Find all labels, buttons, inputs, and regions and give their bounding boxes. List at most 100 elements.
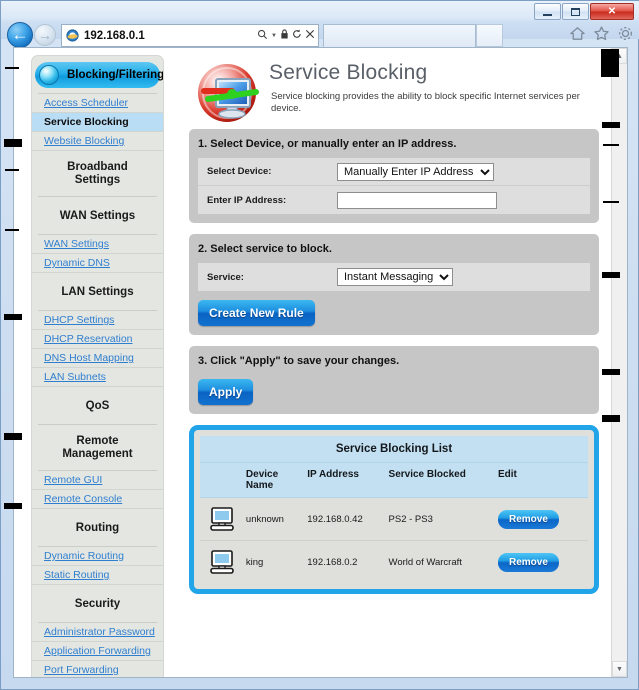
- marker-tick: [5, 169, 19, 171]
- enter-ip-input[interactable]: [337, 191, 497, 209]
- chevron-down-icon[interactable]: ▼: [271, 33, 277, 39]
- scroll-down-button[interactable]: ▼: [612, 661, 627, 677]
- marker-tick: [4, 503, 22, 509]
- cell-edit: Remove: [493, 497, 588, 541]
- star-icon[interactable]: [593, 25, 610, 42]
- minimize-button[interactable]: [534, 3, 561, 20]
- home-icon[interactable]: [569, 25, 586, 42]
- marker-tick: [4, 433, 22, 440]
- table-header-row: Device Name IP Address Service Blocked E…: [200, 463, 588, 498]
- step2-panel: 2. Select service to block. Service: Ins…: [189, 234, 599, 335]
- cell-service-blocked: PS2 - PS3: [384, 497, 494, 541]
- back-arrow-icon: ←: [11, 24, 29, 44]
- page-title: Service Blocking: [269, 61, 428, 84]
- divider: [38, 196, 157, 197]
- sidebar-item-service-blocking[interactable]: Service Blocking: [32, 113, 163, 132]
- sidebar-category-wan-settings[interactable]: WAN Settings: [35, 203, 160, 229]
- back-button[interactable]: ←: [7, 22, 33, 48]
- apply-button[interactable]: Apply: [198, 379, 254, 405]
- sidebar-item-dynamic-routing[interactable]: Dynamic Routing: [32, 547, 163, 566]
- sidebar-category-label: Blocking/Filtering: [67, 69, 164, 81]
- cell-device-name: king: [241, 540, 304, 583]
- remove-button[interactable]: Remove: [497, 552, 559, 572]
- sidebar-category-label: QoS: [85, 400, 110, 412]
- column-header-device-name: Device Name: [241, 463, 304, 498]
- sidebar-item-lan-subnets[interactable]: LAN Subnets: [32, 368, 163, 387]
- step1-heading: 1. Select Device, or manually enter an I…: [198, 138, 457, 150]
- maximize-button[interactable]: [562, 3, 589, 20]
- table-caption: Service Blocking List: [200, 436, 588, 463]
- sidebar-item-dhcp-reservation[interactable]: DHCP Reservation: [32, 330, 163, 349]
- sidebar-category-label: LAN Settings: [61, 286, 134, 298]
- refresh-icon[interactable]: [292, 29, 302, 42]
- monitor-block-icon: [194, 59, 260, 125]
- service-blocking-table: Service Blocking List Device Name IP Add…: [200, 436, 588, 583]
- sidebar-item-website-blocking[interactable]: Website Blocking: [32, 132, 163, 151]
- service-label: Service:: [207, 271, 244, 283]
- divider: [38, 424, 157, 425]
- internet-explorer-icon: [65, 28, 80, 43]
- sidebar-item-static-routing[interactable]: Static Routing: [32, 566, 163, 585]
- step3-heading: 3. Click "Apply" to save your changes.: [198, 355, 400, 367]
- column-header-edit: Edit: [493, 463, 588, 498]
- marker-tick: [5, 67, 19, 69]
- column-header-service-blocked: Service Blocked: [384, 463, 494, 498]
- sidebar-item-port-forwarding[interactable]: Port Forwarding: [32, 661, 163, 677]
- sidebar-item-dhcp-settings[interactable]: DHCP Settings: [32, 311, 163, 330]
- address-text: 192.168.0.1: [84, 29, 145, 42]
- close-button[interactable]: ✕: [590, 3, 634, 20]
- step1-panel: 1. Select Device, or manually enter an I…: [189, 129, 599, 223]
- cell-service-blocked: World of Warcraft: [384, 540, 494, 583]
- marker-tick: [4, 139, 22, 147]
- sidebar-item-wan-settings[interactable]: WAN Settings: [32, 235, 163, 254]
- sidebar-category-label: Broadband Settings: [67, 160, 128, 186]
- sidebar-item-administrator-password[interactable]: Administrator Password: [32, 623, 163, 642]
- page-viewport: Blocking/Filtering Access Scheduler Serv…: [13, 47, 628, 678]
- sidebar-category-label: Remote Management: [62, 434, 133, 460]
- command-bar: [569, 25, 634, 42]
- select-device-dropdown[interactable]: Manually Enter IP Address: [337, 162, 494, 181]
- orb-icon: [39, 65, 59, 85]
- remove-button[interactable]: Remove: [497, 509, 559, 529]
- sidebar-item-dynamic-dns[interactable]: Dynamic DNS: [32, 254, 163, 273]
- sidebar-item-remote-gui[interactable]: Remote GUI: [32, 471, 163, 490]
- service-row: Service: Instant Messaging: [198, 263, 590, 291]
- marker-tick: [602, 415, 620, 422]
- sidebar-category-broadband-settings[interactable]: Broadband Settings: [35, 157, 160, 191]
- main-content: Service Blocking Service blocking provid…: [189, 55, 599, 594]
- browser-window: ✕ ← → 192.168.0.1 ▼ Blocking/Filtering A…: [0, 0, 639, 690]
- marker-tick: [603, 201, 619, 203]
- marker-tick: [4, 314, 22, 320]
- sidebar-category-security[interactable]: Security: [35, 591, 160, 617]
- cell-ip-address: 192.168.0.2: [303, 540, 385, 583]
- gear-icon[interactable]: [617, 25, 634, 42]
- sidebar-item-remote-console[interactable]: Remote Console: [32, 490, 163, 509]
- enter-ip-row: Enter IP Address:: [198, 186, 590, 214]
- sidebar-category-blocking-filtering[interactable]: Blocking/Filtering: [35, 62, 163, 88]
- search-icon[interactable]: [257, 29, 268, 43]
- sidebar-category-lan-settings[interactable]: LAN Settings: [35, 279, 160, 305]
- service-blocking-list-card: Service Blocking List Device Name IP Add…: [189, 425, 599, 594]
- stop-icon[interactable]: [305, 29, 315, 42]
- select-device-row: Select Device: Manually Enter IP Address: [198, 158, 590, 186]
- computer-icon: [210, 507, 236, 531]
- forward-button[interactable]: →: [34, 24, 56, 46]
- select-device-label: Select Device:: [207, 166, 272, 177]
- address-bar[interactable]: 192.168.0.1 ▼: [61, 24, 319, 47]
- table-row: king 192.168.0.2 World of Warcraft Remov…: [200, 540, 588, 583]
- new-tab-button[interactable]: [476, 24, 503, 47]
- service-dropdown[interactable]: Instant Messaging: [337, 268, 453, 286]
- sidebar-category-qos[interactable]: QoS: [35, 393, 160, 419]
- create-new-rule-button[interactable]: Create New Rule: [198, 300, 315, 326]
- sidebar-category-remote-management[interactable]: Remote Management: [35, 431, 160, 465]
- sidebar-item-application-forwarding[interactable]: Application Forwarding: [32, 642, 163, 661]
- sidebar-category-routing[interactable]: Routing: [35, 515, 160, 541]
- sidebar-item-access-scheduler[interactable]: Access Scheduler: [32, 94, 163, 113]
- page-header: Service Blocking Service blocking provid…: [189, 55, 599, 129]
- sidebar-item-dns-host-mapping[interactable]: DNS Host Mapping: [32, 349, 163, 368]
- enter-ip-label: Enter IP Address:: [207, 194, 287, 206]
- router-admin-page: Blocking/Filtering Access Scheduler Serv…: [14, 48, 613, 677]
- browser-tab[interactable]: [323, 24, 476, 47]
- vertical-scrollbar[interactable]: ▲ ▼: [611, 48, 627, 677]
- marker-tick: [602, 272, 620, 278]
